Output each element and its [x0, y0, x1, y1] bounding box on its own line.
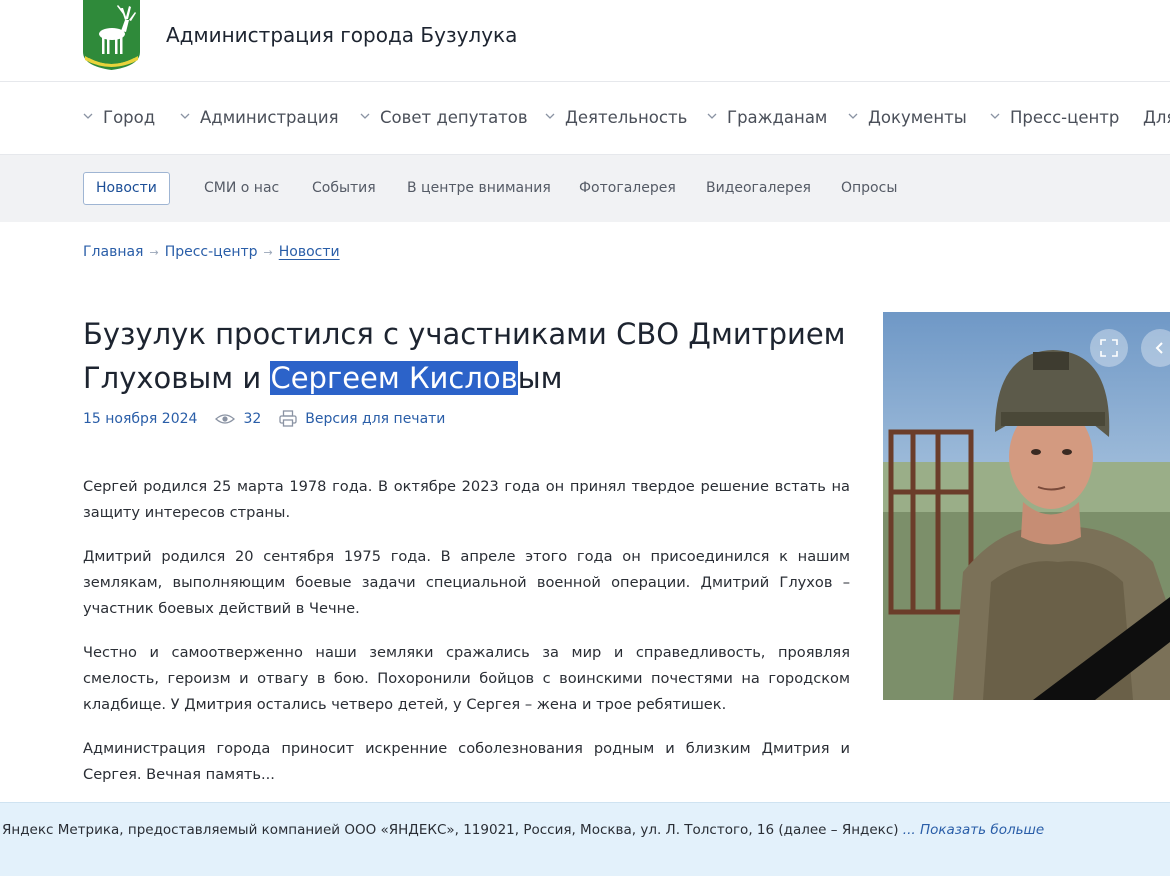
- cookie-notice-body: Яндекс Метрика, предоставляемый компание…: [2, 822, 903, 838]
- chevron-down-icon: [707, 111, 717, 121]
- nav-item-label: Город: [103, 108, 156, 127]
- show-more-link[interactable]: ... Показать больше: [903, 822, 1044, 838]
- view-count-value: 32: [243, 410, 262, 427]
- tab-photo-gallery[interactable]: Фотогалерея: [579, 172, 676, 205]
- chevron-down-icon: [360, 111, 370, 121]
- view-count: 32: [215, 411, 261, 427]
- chevron-down-icon: [545, 111, 555, 121]
- chevron-down-icon: [83, 111, 93, 121]
- cookie-notice-text: Яндекс Метрика, предоставляемый компание…: [2, 822, 1044, 838]
- paragraph: Дмитрий родился 20 сентября 1975 года. В…: [83, 548, 850, 617]
- paragraph: Сергей родился 25 марта 1978 года. В окт…: [83, 478, 850, 521]
- breadcrumb: Главная → Пресс-центр → Новости: [83, 244, 340, 260]
- soldier-portrait-image: [883, 312, 1170, 700]
- fullscreen-button[interactable]: [1090, 329, 1128, 367]
- nav-item-label: Деятельность: [565, 108, 688, 127]
- article-title-text-end: ым: [517, 361, 563, 395]
- nav-item-council[interactable]: Совет депутатов: [360, 108, 528, 127]
- nav-item-documents[interactable]: Документы: [848, 108, 967, 127]
- site-title[interactable]: Администрация города Бузулука: [166, 23, 517, 47]
- chevron-down-icon: [180, 111, 190, 121]
- nav-item-administration[interactable]: Администрация: [180, 108, 339, 127]
- chevron-down-icon: [990, 111, 1000, 121]
- paragraph: Администрация города приносит искренние …: [83, 740, 850, 783]
- site-header: Администрация города Бузулука: [0, 0, 1170, 82]
- tab-in-focus[interactable]: В центре внимания: [407, 172, 551, 205]
- article-meta: 15 ноября 2024 32 Версия для печати: [83, 410, 445, 427]
- sub-nav: Новости СМИ о нас События В центре внима…: [0, 155, 1170, 222]
- nav-item-citizens[interactable]: Гражданам: [707, 108, 827, 127]
- article-title: Бузулук простился с участниками СВО Дмит…: [83, 312, 863, 400]
- article-body: Сергей родился 25 марта 1978 года. В окт…: [83, 474, 850, 806]
- selected-text: Сергеем Кислов: [270, 361, 518, 395]
- tab-events[interactable]: События: [312, 172, 376, 205]
- tab-polls[interactable]: Опросы: [841, 172, 897, 205]
- breadcrumb-separator: →: [263, 245, 273, 259]
- chevron-left-icon: [1155, 342, 1163, 354]
- paragraph: Честно и самоотверженно наши земляки сра…: [83, 644, 850, 713]
- print-version-link[interactable]: Версия для печати: [279, 410, 445, 427]
- eye-icon: [215, 413, 236, 424]
- chevron-down-icon: [848, 111, 858, 121]
- breadcrumb-separator: →: [149, 245, 159, 259]
- nav-item-city[interactable]: Город: [83, 108, 155, 127]
- coat-of-arms-logo[interactable]: [83, 0, 140, 70]
- printer-icon: [279, 410, 297, 427]
- article-date: 15 ноября 2024: [83, 410, 198, 427]
- tab-video-gallery[interactable]: Видеогалерея: [706, 172, 811, 205]
- tab-news[interactable]: Новости: [83, 172, 170, 205]
- nav-item-press-center[interactable]: Пресс-центр: [990, 108, 1119, 127]
- nav-item-label: Совет депутатов: [380, 108, 528, 127]
- nav-item-activity[interactable]: Деятельность: [545, 108, 687, 127]
- cookie-notice-bar: Яндекс Метрика, предоставляемый компание…: [0, 802, 1170, 876]
- breadcrumb-home[interactable]: Главная: [83, 244, 143, 260]
- nav-item-label: Пресс-центр: [1010, 108, 1120, 127]
- fullscreen-icon: [1100, 339, 1118, 357]
- nav-item-label: Гражданам: [727, 108, 828, 127]
- tab-media-about-us[interactable]: СМИ о нас: [204, 172, 279, 205]
- article-photo[interactable]: [883, 312, 1170, 700]
- main-nav: Город Администрация Совет депутатов Деят…: [0, 82, 1170, 155]
- nav-item-label: Администрация: [200, 108, 339, 127]
- breadcrumb-press-center[interactable]: Пресс-центр: [165, 244, 258, 260]
- nav-item-for[interactable]: Для: [1143, 108, 1170, 127]
- print-version-label: Версия для печати: [305, 410, 446, 427]
- breadcrumb-news[interactable]: Новости: [279, 244, 340, 260]
- nav-item-label: Документы: [868, 108, 967, 127]
- nav-item-label: Для: [1143, 108, 1170, 127]
